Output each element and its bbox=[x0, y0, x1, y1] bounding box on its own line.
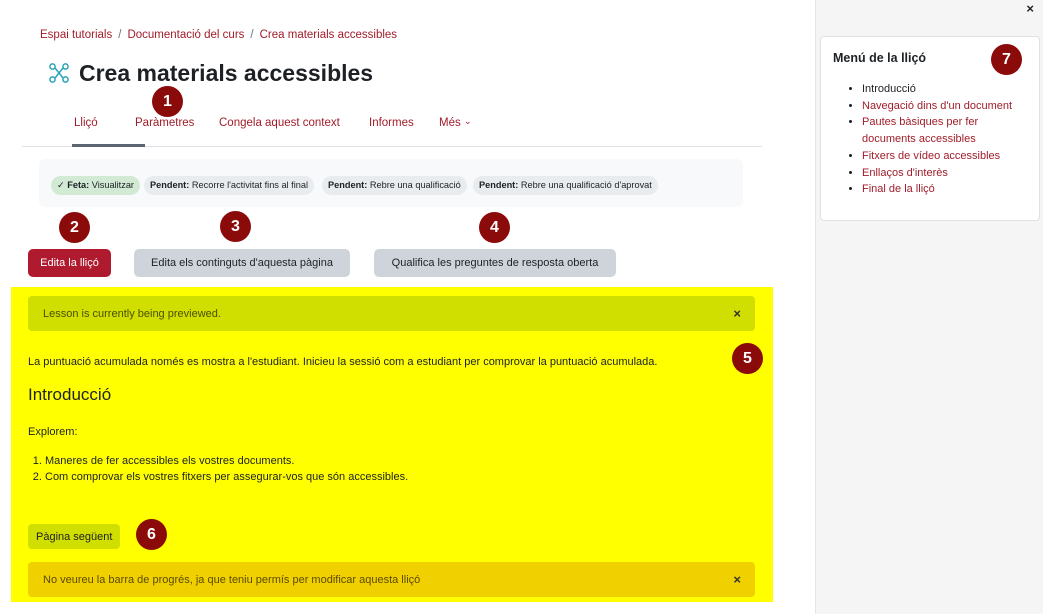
completion-badge-done: ✓ Feta: Visualitzar bbox=[51, 176, 140, 195]
completion-text: Visualitzar bbox=[91, 180, 134, 190]
completion-text: Rebre una qualificació bbox=[369, 180, 461, 190]
callout-badge-7: 7 bbox=[991, 44, 1022, 75]
main-region: Espai tutorials / Documentació del curs / Cr… bbox=[0, 0, 815, 614]
score-note: La puntuació acumulada només es mostra a… bbox=[28, 356, 658, 368]
completion-text: Rebre una qualificació d'aprovat bbox=[520, 180, 652, 190]
menu-item-current: Introducció bbox=[862, 83, 916, 95]
list-item: Introducció bbox=[862, 81, 1033, 98]
completion-status: Pendent: bbox=[150, 180, 190, 190]
list-item: Fitxers de vídeo accessibles bbox=[862, 148, 1033, 165]
completion-badge-pending: Pendent: Recorre l'activitat fins al fin… bbox=[144, 176, 315, 195]
lesson-content-highlight: Lesson is currently being previewed. × L… bbox=[11, 287, 773, 602]
list-item: Com comprovar els vostres fitxers per as… bbox=[45, 469, 408, 485]
progress-alert-text: No veureu la barra de progrés, ja que te… bbox=[43, 573, 421, 586]
tab-reports[interactable]: Informes bbox=[369, 117, 414, 129]
progress-bar-alert: No veureu la barra de progrés, ja que te… bbox=[28, 562, 755, 597]
next-page-button[interactable]: Pàgina següent bbox=[28, 524, 121, 549]
completion-badge-pending: Pendent: Rebre una qualificació bbox=[322, 176, 467, 195]
completion-status: Pendent: bbox=[328, 180, 368, 190]
callout-badge-6: 6 bbox=[136, 519, 167, 550]
tab-more-label: Més bbox=[439, 117, 461, 129]
completion-text: Recorre l'activitat fins al final bbox=[191, 180, 309, 190]
breadcrumb-separator: / bbox=[250, 29, 254, 41]
grade-essays-button[interactable]: Qualifica les preguntes de resposta ober… bbox=[374, 249, 616, 277]
list-item: Navegació dins d'un document bbox=[862, 98, 1033, 115]
list-item: Pautes bàsiques per fer documents access… bbox=[862, 114, 1033, 147]
callout-badge-3: 3 bbox=[220, 211, 251, 242]
menu-item-link[interactable]: Pautes bàsiques per fer documents access… bbox=[862, 116, 978, 145]
edit-page-contents-button[interactable]: Edita els continguts d'aquesta pàgina bbox=[134, 249, 350, 277]
menu-item-link[interactable]: Navegació dins d'un document bbox=[862, 100, 1012, 112]
callout-badge-5: 5 bbox=[732, 343, 763, 374]
preview-alert-text: Lesson is currently being previewed. bbox=[43, 307, 221, 320]
lesson-page-heading: Introducció bbox=[28, 385, 112, 404]
callout-badge-1: 1 bbox=[152, 86, 183, 117]
callout-badge-4: 4 bbox=[479, 212, 510, 243]
menu-item-link[interactable]: Final de la lliçó bbox=[862, 183, 935, 195]
completion-status: Feta: bbox=[67, 180, 90, 190]
edit-lesson-button[interactable]: Edita la lliçó bbox=[28, 249, 111, 277]
page-header: Crea materials accessibles bbox=[48, 58, 373, 88]
breadcrumb-item-course-space[interactable]: Espai tutorials bbox=[40, 29, 112, 41]
menu-item-link[interactable]: Enllaços d'interès bbox=[862, 167, 948, 179]
breadcrumb: Espai tutorials / Documentació del curs / Cr… bbox=[40, 29, 397, 41]
check-icon: ✓ bbox=[57, 180, 65, 190]
breadcrumb-item-course-docs[interactable]: Documentació del curs bbox=[127, 29, 244, 41]
breadcrumb-separator: / bbox=[118, 29, 122, 41]
lesson-steps-list: Maneres de fer accessibles els vostres d… bbox=[28, 453, 408, 485]
secondary-navigation: Lliçó Paràmetres Congela aquest context … bbox=[22, 110, 762, 147]
close-icon[interactable]: × bbox=[733, 572, 741, 587]
completion-status: Pendent: bbox=[479, 180, 519, 190]
lesson-intro-text: Explorem: bbox=[28, 426, 78, 438]
list-item: Maneres de fer accessibles els vostres d… bbox=[45, 453, 408, 469]
lesson-menu-list: Introducció Navegació dins d'un document… bbox=[833, 81, 1033, 198]
active-tab-indicator bbox=[72, 144, 145, 147]
tab-lesson[interactable]: Lliçó bbox=[74, 117, 98, 129]
activity-completion: ✓ Feta: Visualitzar Pendent: Recorre l'a… bbox=[39, 159, 743, 207]
completion-badge-pending: Pendent: Rebre una qualificació d'aprova… bbox=[473, 176, 658, 195]
close-icon[interactable]: × bbox=[1026, 1, 1034, 16]
preview-alert: Lesson is currently being previewed. × bbox=[28, 296, 755, 331]
activity-lesson-icon bbox=[49, 63, 69, 83]
tab-more[interactable]: Més ⌄ bbox=[439, 116, 472, 129]
tab-freeze-context[interactable]: Congela aquest context bbox=[219, 117, 340, 129]
page-title: Crea materials accessibles bbox=[79, 60, 374, 86]
list-item: Enllaços d'interès bbox=[862, 165, 1033, 182]
menu-item-link[interactable]: Fitxers de vídeo accessibles bbox=[862, 150, 1000, 162]
close-icon[interactable]: × bbox=[733, 306, 741, 321]
right-drawer: × Menú de la lliçó Introducció Navegació… bbox=[815, 0, 1043, 614]
chevron-down-icon: ⌄ bbox=[463, 116, 472, 126]
tab-settings[interactable]: Paràmetres bbox=[135, 117, 194, 129]
lesson-menu-title: Menú de la lliçó bbox=[833, 51, 927, 65]
breadcrumb-item-lesson[interactable]: Crea materials accessibles bbox=[260, 29, 397, 41]
list-item: Final de la lliçó bbox=[862, 181, 1033, 198]
callout-badge-2: 2 bbox=[59, 212, 90, 243]
